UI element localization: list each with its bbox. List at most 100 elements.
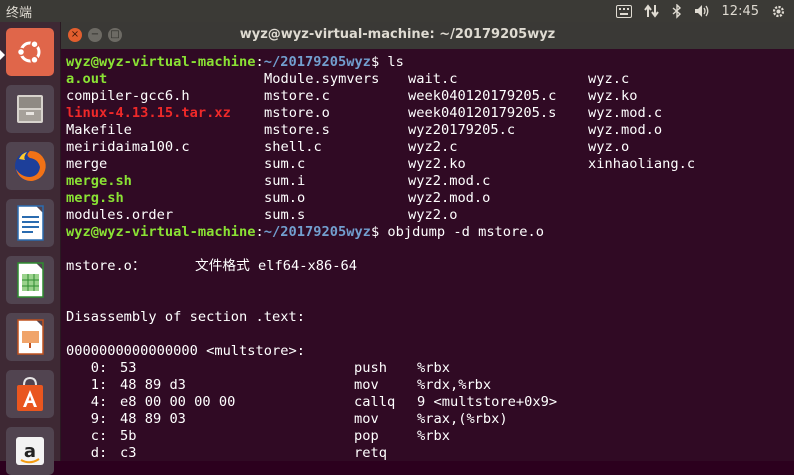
prompt-symbol: $ [370,54,380,70]
ls-entry: wyz.mod.o [588,122,663,138]
libreoffice-calc-launcher[interactable] [6,256,54,304]
ls-entry: merge.sh [66,173,132,189]
prompt-path: ~/20179205wyz [263,224,371,240]
ls-entry: wait.c [408,71,458,87]
network-updown-icon[interactable] [643,4,660,18]
ls-entry: week040120179205.c [408,88,557,104]
terminal-output[interactable]: wyz@wyz-virtual-machine:~/20179205wyz$ l… [66,49,790,461]
asm-addr: c: [66,428,108,444]
asm-bytes: e8 00 00 00 00 [120,394,236,410]
indicator-area: 12:45 [615,0,786,22]
svg-text:a: a [24,441,36,462]
asm-bytes: 48 89 d3 [120,377,186,393]
launcher-sidebar: a [0,22,61,475]
ls-entry: a.out [66,71,108,87]
ls-entry: wyz2.mod.c [408,173,491,189]
ls-entry: mstore.o [264,105,330,121]
ls-entry: Module.symvers [264,71,380,87]
asm-bytes: 5b [120,428,137,444]
ls-entry: wyz2.ko [408,156,466,172]
keyboard-icon[interactable] [615,4,632,18]
prompt-user-host: wyz@wyz-virtual-machine [66,224,256,240]
asm-addr: 4: [66,394,108,410]
ls-listing: a.out Module.symvers wait.c wyz.c compiler-g… [66,71,790,224]
ls-row: merg.sh sum.o wyz2.mod.o [66,190,790,207]
ls-entry: sum.i [264,173,306,189]
asm-bytes: 53 [120,360,137,376]
software-center-launcher[interactable] [6,370,54,418]
asm-row: d: c3 retq [66,445,790,461]
ls-entry: modules.order [66,207,174,223]
ubuntu-dash-button[interactable] [6,28,54,76]
firefox-launcher[interactable] [6,142,54,190]
ls-entry: merge [66,156,108,172]
prompt-colon: : [255,224,264,240]
ls-entry: wyz2.mod.o [408,190,491,206]
asm-bytes: 48 89 03 [120,411,186,427]
command-text: objdump -d mstore.o [379,224,544,240]
prompt-symbol: $ [370,224,380,240]
asm-args: 9 <multstore+0x9> [417,394,558,410]
asm-row: 0: 53 push %rbx [66,360,790,377]
symbol-line: 0000000000000000 <multstore>: [66,343,305,359]
active-app-name: 终端 [6,6,33,21]
asm-args: %rdx,%rbx [417,377,492,393]
ls-row: merge.sh sum.i wyz2.mod.c [66,173,790,190]
ls-entry: wyz.ko [588,88,638,104]
libreoffice-impress-launcher[interactable] [6,313,54,361]
writer-document-icon [17,205,44,241]
asm-op: mov [354,411,379,427]
calc-spreadsheet-icon [17,262,44,298]
asm-bytes: c3 [120,445,137,461]
ls-row: Makefile mstore.s wyz20179205.c wyz.mod.o [66,122,790,139]
prompt-user-host: wyz@wyz-virtual-machine [66,54,256,70]
active-indicator-arrow [0,50,5,60]
asm-addr: d: [66,445,108,461]
files-launcher[interactable] [6,85,54,133]
command-text: ls [379,54,404,70]
ls-row: linux-4.13.15.tar.xz mstore.o week04012017… [66,105,790,122]
libreoffice-writer-launcher[interactable] [6,199,54,247]
ls-entry: meiridaima100.c [66,139,190,155]
asm-addr: 0: [66,360,108,376]
asm-args: %rbx [417,428,450,444]
amazon-launcher[interactable]: a [6,427,54,475]
ls-row: a.out Module.symvers wait.c wyz.c [66,71,790,88]
firefox-icon [15,150,46,181]
ls-row: merge sum.c wyz2.ko xinhaoliang.c [66,156,790,173]
ls-entry: Makefile [66,122,132,138]
asm-op: push [354,360,387,376]
ls-entry: wyz.c [588,71,630,87]
ls-entry: compiler-gcc6.h [66,88,190,104]
asm-args: %rbx [417,360,450,376]
asm-row: 9: 48 89 03 mov %rax,(%rbx) [66,411,790,428]
volume-icon[interactable] [694,4,710,18]
ls-entry: wyz.mod.c [588,105,663,121]
asm-row: 4: e8 00 00 00 00 callq 9 <multstore+0x9> [66,394,790,411]
ls-entry: merg.sh [66,190,124,206]
prompt-path: ~/20179205wyz [263,54,371,70]
ls-entry: wyz20179205.c [408,122,516,138]
clock[interactable]: 12:45 [722,4,759,19]
ls-entry: linux-4.13.15.tar.xz [66,105,231,121]
ls-entry: mstore.s [264,122,330,138]
file-cabinet-icon [17,95,43,123]
disassembly-listing: 0: 53 push %rbx 1: 48 89 d3 mov %rdx,%rbx 4: e8… [66,360,790,461]
window-titlebar[interactable]: × − □ wyz@wyz-virtual-machine: ~/2017920… [61,22,794,49]
ls-row: compiler-gcc6.h mstore.c week040120179205.… [66,88,790,105]
asm-op: pop [354,428,379,444]
power-gear-icon[interactable] [771,4,786,19]
amazon-icon: a [16,437,44,465]
ls-entry: sum.o [264,190,306,206]
prompt-line-ls: wyz@wyz-virtual-machine:~/20179205wyz$ l… [66,54,790,71]
shopping-bag-icon [17,376,43,411]
asm-op: retq [354,445,387,461]
ls-entry: mstore.c [264,88,330,104]
bluetooth-icon[interactable] [672,3,682,19]
top-panel: 终端 12:45 [0,0,794,22]
impress-presentation-icon [17,319,44,355]
ls-row: modules.order sum.s wyz2.o [66,207,790,224]
